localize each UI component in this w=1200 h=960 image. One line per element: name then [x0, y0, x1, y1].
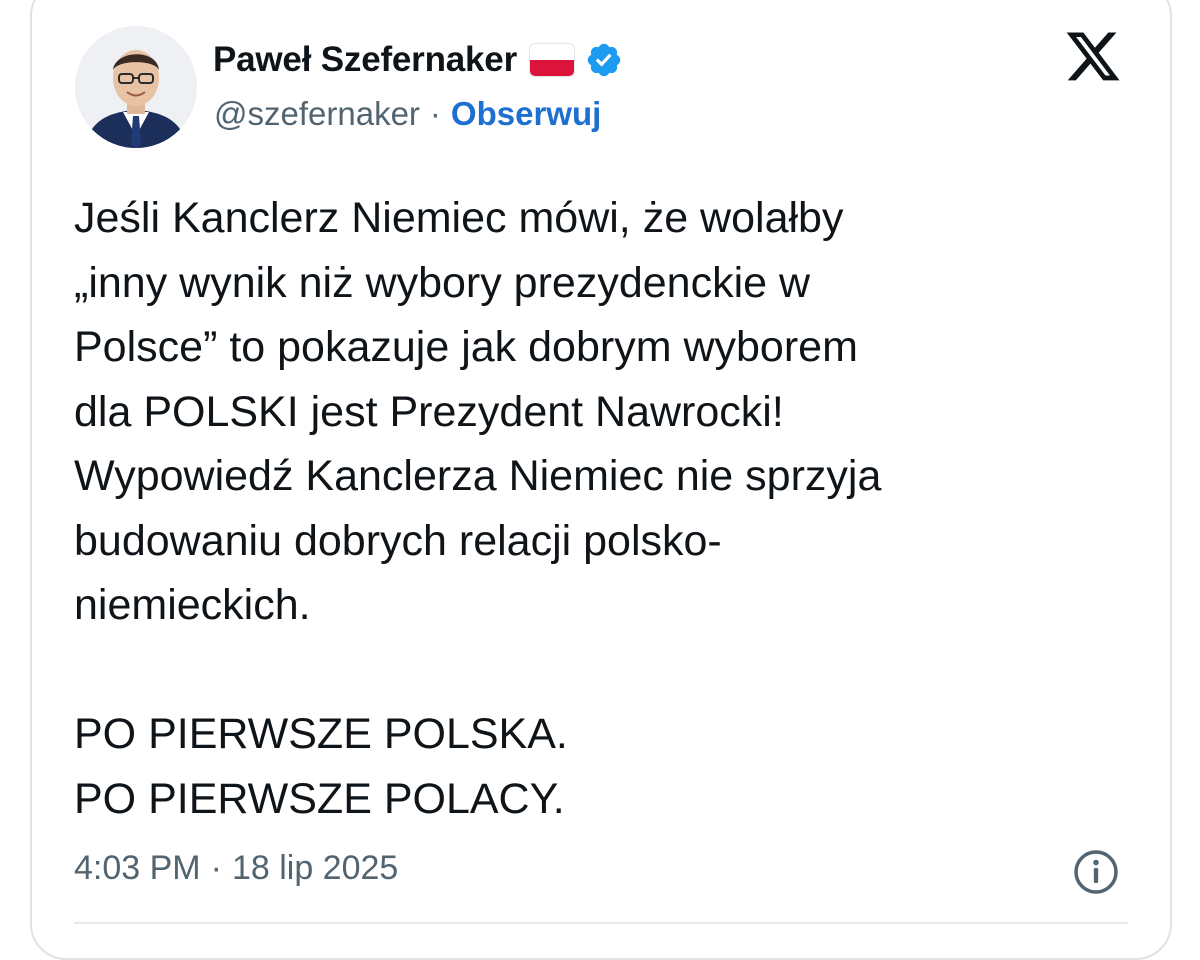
- info-icon[interactable]: [1072, 848, 1120, 896]
- verified-badge-icon: [587, 43, 621, 77]
- tweet-text: Jeśli Kanclerz Niemiec mówi, że wolałby …: [74, 194, 882, 823]
- follow-button[interactable]: Obserwuj: [451, 95, 601, 133]
- author-avatar[interactable]: [75, 26, 197, 148]
- author-handle[interactable]: @szefernaker: [214, 95, 420, 133]
- author-name-row: Paweł Szefernaker: [213, 38, 623, 82]
- tweet-meta: 4:03 PM · 18 lip 2025: [74, 845, 398, 891]
- author-handle-row: @szefernaker · Obserwuj: [214, 92, 601, 136]
- x-logo-icon[interactable]: [1062, 30, 1124, 84]
- handle-separator: ·: [429, 95, 441, 132]
- poland-flag-icon: [529, 43, 575, 77]
- divider: [74, 922, 1128, 924]
- meta-separator: ·: [210, 848, 222, 887]
- avatar-image: [75, 26, 197, 148]
- tweet-date[interactable]: 18 lip 2025: [232, 849, 398, 888]
- tweet-time[interactable]: 4:03 PM: [74, 849, 201, 888]
- author-name[interactable]: Paweł Szefernaker: [213, 40, 517, 80]
